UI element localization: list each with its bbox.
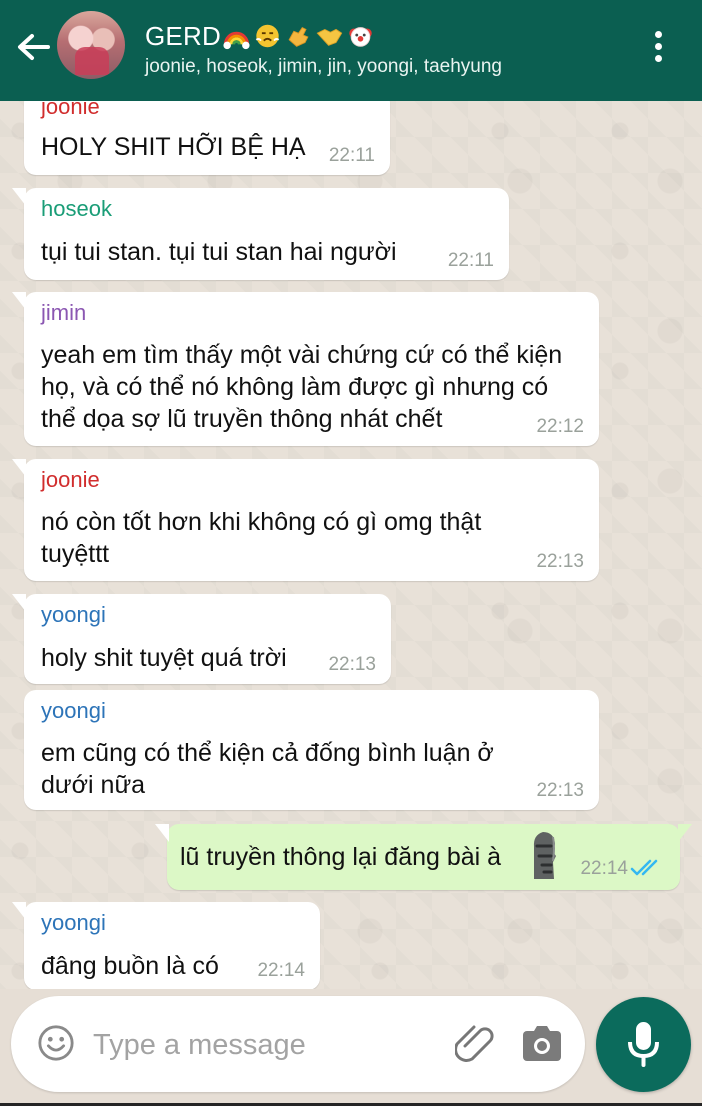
message-text-line: yeah em tìm thấy một vài chứng cứ có thể… [41, 341, 563, 369]
message-bubble[interactable]: hoseok tụi tui stan. tụi tui stan hai ng… [12, 188, 509, 280]
message-time: 22:13 [536, 551, 584, 572]
back-arrow-icon[interactable] [14, 29, 54, 65]
attachment-clip-icon[interactable] [455, 1024, 497, 1066]
message-text-line: em cũng có thể kiện cả đống bình luận ở [41, 739, 494, 767]
message-time: 22:13 [328, 654, 376, 675]
read-receipt-icon [630, 859, 658, 876]
message-text: lũ truyền thông lại đăng bài à [180, 843, 502, 871]
message-input[interactable] [91, 1024, 415, 1066]
group-avatar[interactable] [57, 11, 125, 79]
message-time: 22:11 [328, 145, 375, 166]
message-sender: yoongi [41, 698, 106, 723]
title-emojis [222, 22, 375, 50]
message-time: 22:14 [257, 960, 305, 981]
emoji-picker-icon[interactable] [37, 1024, 75, 1062]
rainbow-icon [223, 31, 250, 50]
message-sender: joonie [41, 467, 100, 492]
more-options-icon[interactable] [648, 28, 668, 68]
message-list[interactable]: joonie HOLY SHIT HỠI BỆ HẠ 22:11 hoseok … [0, 101, 702, 989]
message-sender: yoongi [41, 602, 106, 627]
outgoing-message-bubble[interactable]: lũ truyền thông lại đăng bài à 22:14 [155, 824, 692, 890]
clown-face-icon [349, 27, 372, 47]
message-bubble[interactable]: yoongi holy shit tuyệt quá trời 22:13 [12, 594, 391, 684]
microphone-icon [628, 1022, 659, 1067]
call-me-hand-icon [288, 26, 309, 47]
group-title-row[interactable]: GERD [145, 20, 375, 52]
message-text-line: thể dọa sợ lũ truyền thông nhát chết [41, 405, 443, 433]
message-text: đâng buồn là có [41, 952, 219, 980]
message-bubble[interactable]: joonie HOLY SHIT HỠI BỆ HẠ 22:11 [24, 101, 390, 175]
message-text-line: nó còn tốt hơn khi không có gì omg thật [41, 508, 482, 536]
message-text: holy shit tuyệt quá trời [41, 644, 287, 672]
message-time: 22:11 [447, 250, 494, 271]
message-composer [11, 996, 585, 1092]
message-sender: jimin [41, 300, 87, 325]
group-title: GERD [145, 21, 221, 51]
message-sender: hoseok [41, 196, 112, 221]
message-text-line: tuyệttt [41, 540, 110, 568]
message-bubble[interactable]: jimin yeah em tìm thấy một vài chứng cứ … [12, 292, 599, 446]
message-text: HOLY SHIT HỠI BỆ HẠ [41, 133, 306, 161]
message-text: tụi tui stan. tụi tui stan hai người [41, 238, 397, 266]
message-text-line: dưới nữa [41, 771, 146, 799]
steam-face-icon [255, 24, 280, 48]
chat-header: GERD joonie, hoseok, jimin, jin, yoongi,… [0, 0, 702, 101]
message-time: 22:12 [536, 416, 584, 437]
handshake-icon [316, 28, 343, 46]
message-bubble[interactable]: yoongi đâng buồn là có 22:14 [12, 902, 320, 989]
voice-message-button[interactable] [596, 997, 691, 1092]
message-time: 22:14 [580, 858, 628, 879]
message-bubble[interactable]: joonie nó còn tốt hơn khi không có gì om… [12, 459, 599, 581]
message-time: 22:13 [536, 780, 584, 801]
message-sender: yoongi [41, 910, 106, 935]
camera-icon[interactable] [521, 1025, 563, 1063]
moai-icon [533, 832, 556, 879]
message-bubble[interactable]: yoongi em cũng có thể kiện cả đống bình … [24, 690, 599, 810]
message-sender: joonie [41, 101, 100, 119]
message-text-line: họ, và có thể nó không làm được gì nhưng… [41, 373, 549, 401]
group-participants[interactable]: joonie, hoseok, jimin, jin, yoongi, taeh… [145, 56, 502, 78]
